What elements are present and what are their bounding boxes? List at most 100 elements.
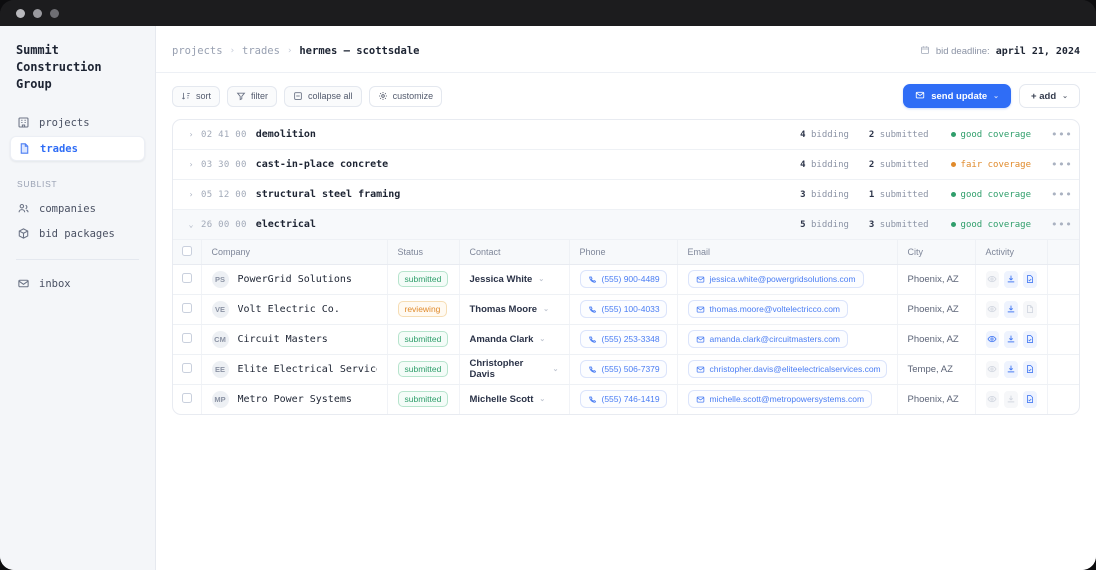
sidebar-item-companies[interactable]: companies [10,197,145,220]
email-button[interactable]: amanda.clark@circuitmasters.com [687,330,848,348]
email-cell[interactable]: christopher.davis@eliteelectricalservice… [677,354,898,385]
email-cell[interactable]: thomas.moore@voltelectricco.com [677,294,898,325]
chevron-right-icon[interactable]: › [185,130,197,139]
sidebar-item-bid-packages[interactable]: bid packages [10,222,145,245]
chevron-right-icon[interactable]: › [185,190,197,199]
column-header-status[interactable]: Status [387,240,460,265]
contact-cell[interactable]: Christopher Davis ⌄ [459,354,570,385]
row-select-cell[interactable] [173,264,202,295]
table-row[interactable]: EE Elite Electrical Services submitted C… [173,354,1079,385]
trade-row-structural-steel-framing[interactable]: › 05 12 00 structural steel framing 3 bi… [173,180,1079,210]
document-icon[interactable] [1022,300,1037,318]
contact-cell[interactable]: Amanda Clark ⌄ [459,324,570,355]
column-header-email[interactable]: Email [677,240,898,265]
chevron-down-icon[interactable]: ⌄ [539,395,545,403]
download-icon[interactable] [1004,360,1018,378]
row-menu-button[interactable]: ••• [1051,218,1072,231]
eye-icon[interactable] [985,360,1000,378]
chevron-down-icon[interactable]: ⌄ [185,220,197,229]
phone-button[interactable]: (555) 100-4033 [579,300,667,318]
phone-button[interactable]: (555) 506-7379 [579,360,667,378]
row-checkbox[interactable] [181,302,192,313]
breadcrumb-item-trades[interactable]: trades [242,45,280,57]
chevron-down-icon[interactable]: ⌄ [538,275,544,283]
document-icon[interactable] [1022,360,1037,378]
download-icon[interactable] [1004,330,1018,348]
phone-button[interactable]: (555) 746-1419 [579,390,667,409]
eye-icon[interactable] [985,330,1000,348]
row-checkbox[interactable] [181,392,192,403]
row-menu-button[interactable]: ••• [1051,128,1072,141]
email-button[interactable]: michelle.scott@metropowersystems.com [687,390,873,409]
phone-button[interactable]: (555) 253-3348 [579,330,667,348]
contact-cell[interactable]: Thomas Moore ⌄ [459,294,570,325]
close-button[interactable] [16,8,25,18]
send-update-button[interactable]: send update ⌄ [903,84,1012,108]
chevron-down-icon[interactable]: ⌄ [553,365,559,373]
table-row[interactable]: PS PowerGrid Solutions submitted Jessica… [173,264,1079,295]
email-button[interactable]: jessica.white@powergridsolutions.com [687,270,864,288]
funnel-icon [236,91,246,101]
minimize-button[interactable] [33,8,42,18]
row-select-cell[interactable] [173,354,202,385]
phone-cell[interactable]: (555) 746-1419 [569,384,678,414]
download-icon[interactable] [1004,300,1018,318]
filter-button[interactable]: filter [227,85,278,107]
table-row[interactable]: VE Volt Electric Co. reviewing Thomas Mo… [173,294,1079,325]
eye-icon[interactable] [985,270,1000,288]
select-all-checkbox[interactable] [181,245,192,256]
activity-cell [975,264,1048,295]
row-select-cell[interactable] [173,324,202,355]
column-header-phone[interactable]: Phone [569,240,678,265]
table-row[interactable]: MP Metro Power Systems submitted Michell… [173,384,1079,414]
document-icon[interactable] [1022,270,1037,288]
download-icon[interactable] [1004,390,1018,408]
phone-cell[interactable]: (555) 100-4033 [569,294,678,325]
trade-row-demolition[interactable]: › 02 41 00 demolition 4 bidding 2 submit… [173,120,1079,150]
customize-button[interactable]: customize [368,85,443,107]
collapse-all-button[interactable]: collapse all [284,85,362,107]
download-icon[interactable] [1004,270,1018,288]
chevron-right-icon[interactable]: › [185,160,197,169]
row-select-cell[interactable] [173,384,202,414]
row-menu-button[interactable]: ••• [1051,158,1072,171]
select-all-header[interactable] [173,240,202,265]
table-row[interactable]: CM Circuit Masters submitted Amanda Clar… [173,324,1079,355]
main-content: projects › trades › hermes — scottsdale … [156,26,1096,570]
row-checkbox[interactable] [181,332,192,343]
eye-icon[interactable] [985,390,1000,408]
trade-row-electrical[interactable]: ⌄ 26 00 00 electrical 5 bidding 3 submit… [173,210,1079,240]
document-icon[interactable] [1022,330,1037,348]
breadcrumb-item-projects[interactable]: projects [172,45,223,57]
trade-row-cast-in-place-concrete[interactable]: › 03 30 00 cast-in-place concrete 4 bidd… [173,150,1079,180]
column-header-company[interactable]: Company [201,240,388,265]
chevron-down-icon[interactable]: ⌄ [539,335,545,343]
maximize-button[interactable] [50,8,59,18]
column-header-city[interactable]: City [897,240,976,265]
email-cell[interactable]: michelle.scott@metropowersystems.com [677,384,898,414]
contact-cell[interactable]: Jessica White ⌄ [459,264,570,295]
column-header-contact[interactable]: Contact [459,240,570,265]
sort-button[interactable]: sort [172,85,221,107]
chevron-down-icon[interactable]: ⌄ [543,305,549,313]
document-icon[interactable] [1022,390,1037,408]
email-button[interactable]: christopher.davis@eliteelectricalservice… [687,360,887,378]
eye-icon[interactable] [985,300,1000,318]
add-button[interactable]: + add ⌄ [1019,84,1080,108]
row-menu-button[interactable]: ••• [1051,188,1072,201]
phone-cell[interactable]: (555) 506-7379 [569,354,678,385]
phone-cell[interactable]: (555) 253-3348 [569,324,678,355]
contact-cell[interactable]: Michelle Scott ⌄ [459,384,570,414]
phone-button[interactable]: (555) 900-4489 [579,270,667,288]
sidebar-item-trades[interactable]: trades [10,136,145,161]
phone-cell[interactable]: (555) 900-4489 [569,264,678,295]
email-button[interactable]: thomas.moore@voltelectricco.com [687,300,849,318]
email-cell[interactable]: jessica.white@powergridsolutions.com [677,264,898,295]
sidebar-item-projects[interactable]: projects [10,111,145,134]
email-cell[interactable]: amanda.clark@circuitmasters.com [677,324,898,355]
row-checkbox[interactable] [181,272,192,283]
row-select-cell[interactable] [173,294,202,325]
row-checkbox[interactable] [181,362,192,373]
column-header-activity[interactable]: Activity [975,240,1048,265]
sidebar-item-inbox[interactable]: inbox [10,272,145,295]
